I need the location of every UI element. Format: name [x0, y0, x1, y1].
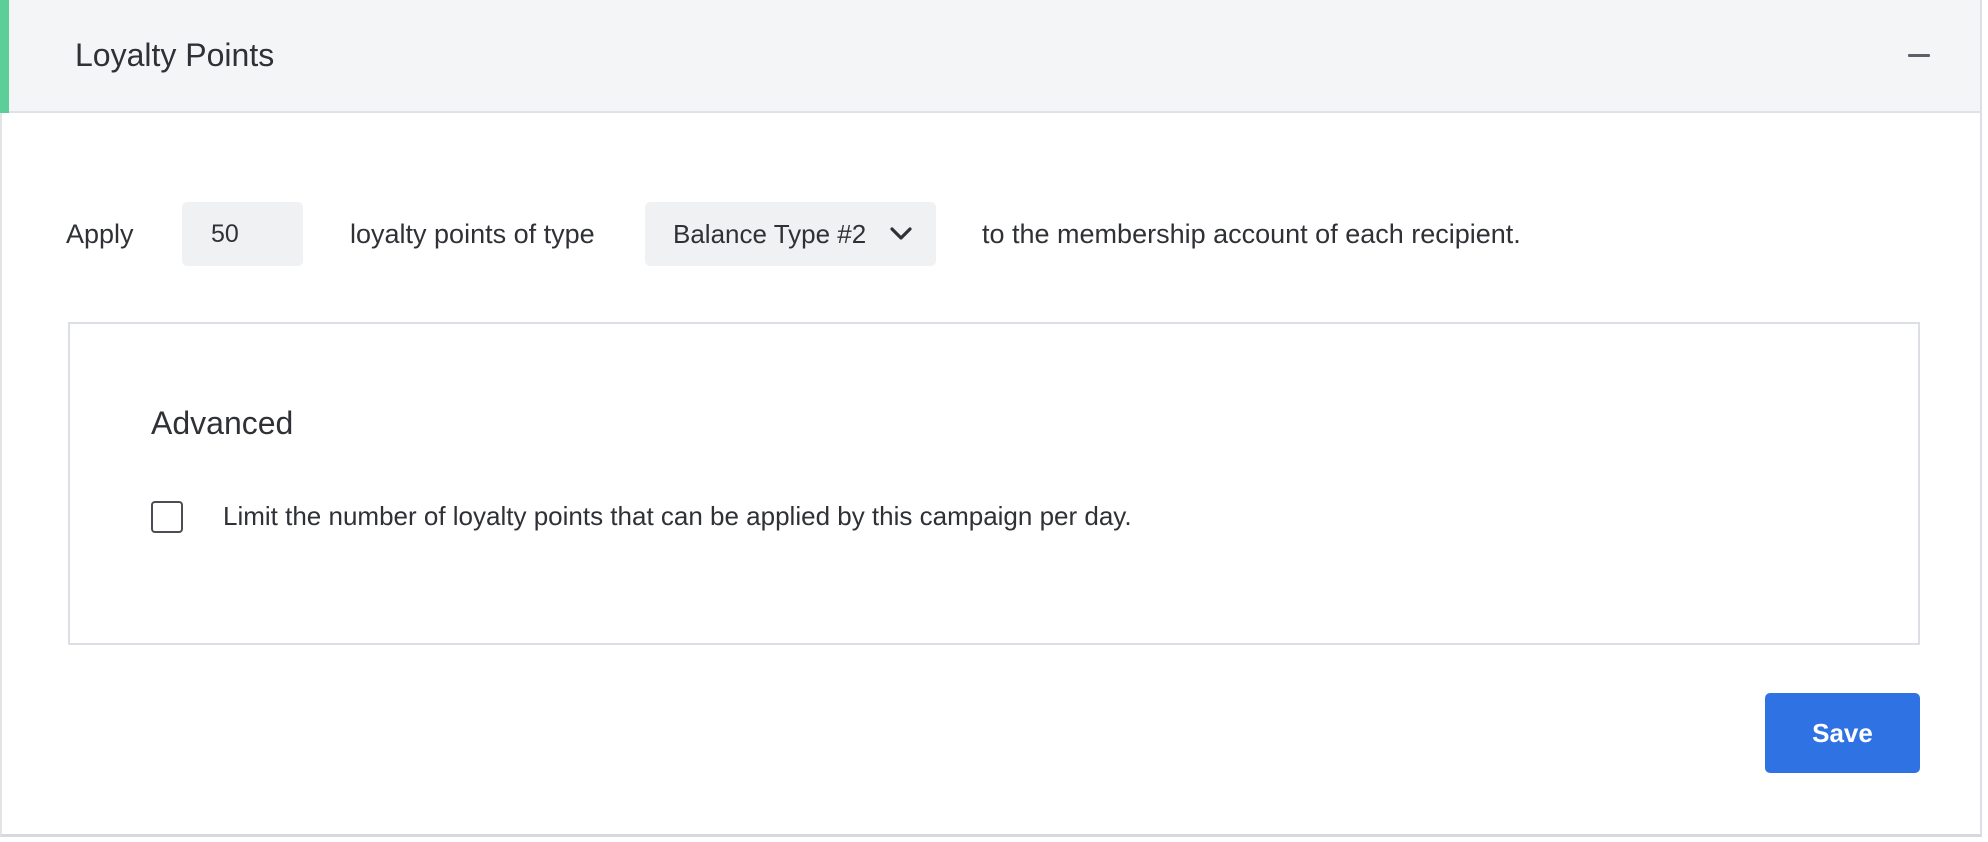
collapse-button[interactable] — [1902, 38, 1936, 72]
accent-bar — [0, 0, 9, 113]
limit-per-day-checkbox[interactable] — [151, 501, 183, 533]
points-amount-input[interactable] — [182, 202, 303, 266]
points-type-label: loyalty points of type — [350, 219, 595, 249]
apply-label: Apply — [66, 219, 134, 249]
chevron-down-icon — [890, 227, 912, 240]
save-button[interactable]: Save — [1765, 693, 1920, 773]
loyalty-points-panel: Loyalty Points Apply loyalty points of t… — [0, 0, 1982, 837]
minus-icon — [1908, 53, 1930, 57]
panel-header[interactable]: Loyalty Points — [0, 0, 1980, 113]
panel-title: Loyalty Points — [75, 37, 275, 73]
points-rule-row: Apply loyalty points of type Balance Typ… — [2, 202, 1980, 266]
advanced-title: Advanced — [151, 405, 294, 441]
balance-type-value: Balance Type #2 — [673, 219, 867, 249]
recipient-description: to the membership account of each recipi… — [982, 219, 1521, 249]
advanced-section: Advanced Limit the number of loyalty poi… — [68, 322, 1920, 645]
limit-per-day-label[interactable]: Limit the number of loyalty points that … — [223, 496, 1132, 536]
balance-type-select[interactable]: Balance Type #2 — [645, 202, 936, 266]
